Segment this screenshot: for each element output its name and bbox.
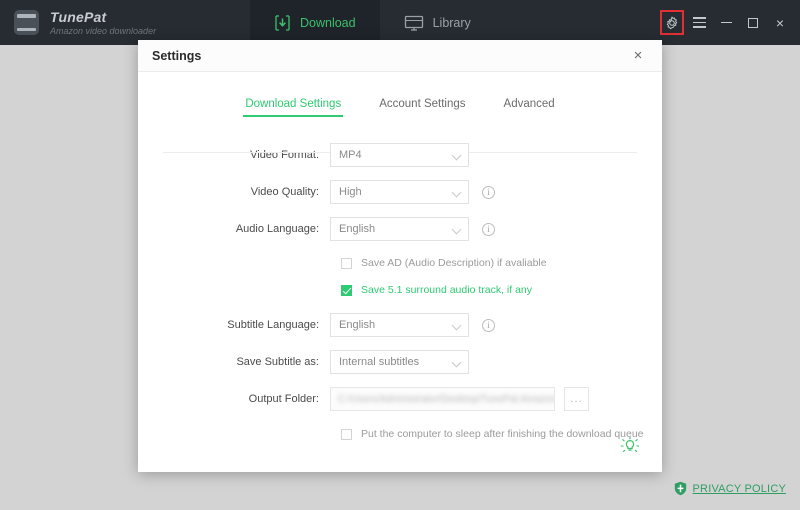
select-value-audio-language: English [339,223,375,235]
close-window-button[interactable]: × [768,11,792,35]
info-circle-icon-video-quality[interactable]: i [482,186,495,199]
output-folder-value: C:/Users/Administrator/Desktop/TunePat A… [338,394,555,405]
checkbox-label-sleep-after: Put the computer to sleep after finishin… [361,428,644,440]
nav-item-library[interactable]: Library [380,0,495,45]
checkbox-save-surround[interactable] [341,285,352,296]
tab-advanced[interactable]: Advanced [504,98,555,117]
tip-lightbulb-button[interactable] [620,436,640,456]
menu-button[interactable] [687,11,711,35]
maximize-button[interactable] [741,11,765,35]
tab-account-settings[interactable]: Account Settings [379,98,465,117]
gear-icon [665,16,679,30]
hamburger-menu-icon [693,17,706,28]
chevron-down-icon [452,225,462,235]
tab-download-settings[interactable]: Download Settings [245,98,341,117]
field-row-output-folder: Output Folder: C:/Users/Administrator/De… [168,387,662,411]
select-value-video-format: MP4 [339,149,362,161]
select-video-format[interactable]: MP4 [330,143,469,167]
minimize-icon [721,22,732,24]
field-row-audio-language: Audio Language: English i [168,217,662,241]
download-settings-form: Video Format: MP4 Video Quality: High i … [138,143,662,443]
app-subtitle: Amazon video downloader [50,26,156,36]
settings-dialog: Settings × Download Settings Account Set… [138,40,662,472]
checkbox-row-sleep-after: Put the computer to sleep after finishin… [341,425,662,443]
label-save-subtitle-as: Save Subtitle as: [168,356,330,368]
privacy-policy-link[interactable]: PRIVACY POLICY [674,481,786,496]
checkbox-save-ad[interactable] [341,258,352,269]
select-save-subtitle-as[interactable]: Internal subtitles [330,350,469,374]
minimize-button[interactable] [714,11,738,35]
chevron-down-icon [452,358,462,368]
checkbox-row-save-surround: Save 5.1 surround audio track, if any [341,281,662,299]
label-audio-language: Audio Language: [168,223,330,235]
info-circle-icon-audio-language[interactable]: i [482,223,495,236]
chevron-down-icon [452,188,462,198]
field-row-video-quality: Video Quality: High i [168,180,662,204]
label-subtitle-language: Subtitle Language: [168,319,330,331]
settings-gear-button[interactable] [660,10,684,35]
checkbox-label-save-ad: Save AD (Audio Description) if avaliable [361,257,547,269]
select-value-save-subtitle-as: Internal subtitles [339,356,419,368]
select-value-video-quality: High [339,186,362,198]
field-row-save-subtitle-as: Save Subtitle as: Internal subtitles [168,350,662,374]
nav-label-download: Download [300,16,356,30]
main-nav: Download Library [250,0,495,45]
download-icon [274,15,291,31]
chevron-down-icon [452,321,462,331]
application-window: TunePat Amazon video downloader [0,0,800,510]
info-circle-icon-subtitle-language[interactable]: i [482,319,495,332]
window-controls: × [660,0,792,45]
checkbox-row-save-ad: Save AD (Audio Description) if avaliable [341,254,662,272]
settings-tabs: Download Settings Account Settings Advan… [138,98,662,117]
label-video-quality: Video Quality: [168,186,330,198]
maximize-icon [748,18,758,28]
dialog-close-button[interactable]: × [628,46,648,66]
nav-item-download[interactable]: Download [250,0,380,45]
field-row-video-format: Video Format: MP4 [168,143,662,167]
app-logo: TunePat Amazon video downloader [0,9,250,36]
field-row-subtitle-language: Subtitle Language: English i [168,313,662,337]
library-monitor-icon [404,15,424,31]
select-video-quality[interactable]: High [330,180,469,204]
nav-label-library: Library [433,16,471,30]
film-strip-icon [14,10,39,35]
checkbox-sleep-after[interactable] [341,429,352,440]
chevron-down-icon [452,151,462,161]
label-output-folder: Output Folder: [168,393,330,405]
label-video-format: Video Format: [168,149,330,161]
select-subtitle-language[interactable]: English [330,313,469,337]
output-folder-input[interactable]: C:/Users/Administrator/Desktop/TunePat A… [330,387,555,411]
app-name: TunePat [50,9,156,25]
dialog-header: Settings × [138,40,662,72]
checkbox-label-save-surround: Save 5.1 surround audio track, if any [361,284,532,296]
dialog-title: Settings [152,49,201,63]
privacy-policy-label: PRIVACY POLICY [693,483,786,495]
close-icon: × [776,15,784,31]
select-audio-language[interactable]: English [330,217,469,241]
shield-icon [674,481,687,496]
browse-folder-button[interactable]: ... [564,387,589,411]
lightbulb-icon [620,436,640,456]
title-bar: TunePat Amazon video downloader [0,0,800,45]
select-value-subtitle-language: English [339,319,375,331]
